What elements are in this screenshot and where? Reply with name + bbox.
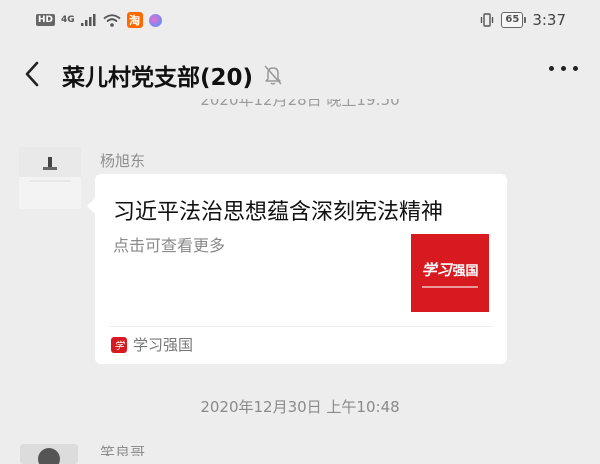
card-divider (109, 326, 493, 327)
network-type: 4G (61, 15, 75, 25)
avatar[interactable] (20, 444, 78, 464)
chat-title-text: 菜儿村党支部(20) (62, 65, 254, 91)
article-source: 学 学习强国 (111, 334, 193, 355)
more-dot (561, 66, 566, 71)
wifi-icon (103, 13, 121, 27)
battery-level: 65 (501, 12, 524, 28)
avatar-image (19, 147, 81, 209)
more-options-button[interactable] (549, 66, 578, 71)
more-dot (549, 66, 554, 71)
battery-tip (524, 17, 527, 23)
mute-bell-icon (264, 65, 282, 85)
article-title: 习近平法治思想蕴含深刻宪法精神 (113, 200, 444, 225)
app-notification-icon (148, 13, 162, 27)
status-bar-right: 65 3:37 (479, 11, 566, 29)
chevron-left-icon (25, 61, 39, 87)
back-button[interactable] (18, 58, 46, 90)
article-description: 点击可查看更多 (113, 236, 226, 255)
sender-name: 杨旭东 (100, 152, 146, 170)
timestamp-text: 2020年12月28日 晚上19:50 (200, 99, 400, 109)
message-timestamp: 2020年12月30日 上午10:48 (0, 396, 600, 417)
logo-script: 学习 (421, 260, 452, 279)
hd-badge: HD (36, 14, 56, 26)
chat-title: 菜儿村党支部(20) (62, 58, 283, 92)
source-name: 学习强国 (133, 336, 194, 354)
chat-header: 菜儿村党支部(20) (0, 44, 600, 104)
logo-text: 强国 (452, 263, 479, 279)
vibrate-icon (481, 13, 494, 27)
xuexi-source-icon: 学 (111, 336, 127, 353)
battery-indicator: 65 (501, 12, 527, 28)
signal-icon (80, 14, 96, 26)
status-bar-left: HD 4G 淘 (36, 12, 162, 28)
article-thumbnail: 学习 强国 (411, 234, 489, 312)
avatar[interactable] (19, 147, 81, 209)
logo-underline (422, 285, 478, 288)
status-bar: HD 4G 淘 65 3:37 (0, 0, 600, 40)
shared-article-card[interactable]: 习近平法治思想蕴含深刻宪法精神 点击可查看更多 学习 强国 学 学习强国 (87, 174, 507, 364)
more-dot (573, 66, 578, 71)
clock: 3:37 (532, 11, 566, 29)
taobao-icon: 淘 (126, 12, 143, 28)
sender-name: 笑良哥 (100, 444, 146, 456)
xuexi-logo: 学习 强国 (421, 259, 478, 280)
message-timestamp: 2020年12月28日 晚上19:50 (0, 99, 600, 119)
timestamp-text: 2020年12月30日 上午10:48 (200, 398, 400, 416)
